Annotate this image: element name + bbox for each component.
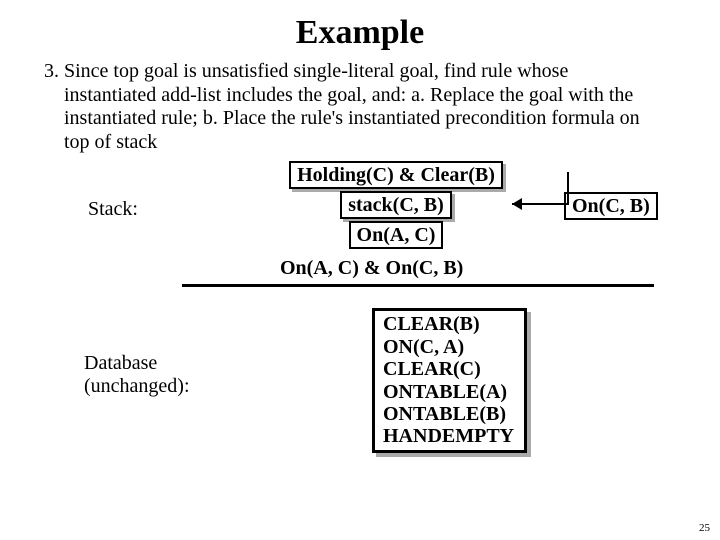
slide-title: Example	[44, 14, 676, 52]
db-line: CLEAR(B)	[383, 313, 514, 335]
db-line: ONTABLE(A)	[383, 381, 514, 403]
db-line: ON(C, A)	[383, 336, 514, 358]
stack-column: Holding(C) & Clear(B) stack(C, B) On(A, …	[280, 160, 512, 250]
db-line: ONTABLE(B)	[383, 403, 514, 425]
slide: Example 3. Since top goal is unsatisfied…	[0, 0, 720, 540]
database-section: Database(unchanged): CLEAR(B) ON(C, A) C…	[44, 304, 676, 474]
database-label: Database(unchanged):	[84, 352, 190, 398]
stack-label: Stack:	[88, 198, 138, 221]
stack-item-1: stack(C, B)	[340, 191, 452, 219]
stack-section: Stack: Holding(C) & Clear(B) stack(C, B)…	[44, 160, 676, 280]
stack-item-0: Holding(C) & Clear(B)	[289, 161, 503, 189]
db-line: HANDEMPTY	[383, 425, 514, 447]
db-line: CLEAR(C)	[383, 358, 514, 380]
database-box: CLEAR(B) ON(C, A) CLEAR(C) ONTABLE(A) ON…	[372, 308, 527, 452]
database-label-text: Database(unchanged):	[84, 352, 190, 397]
stack-base-divider	[182, 284, 654, 287]
step-description: 3. Since top goal is unsatisfied single-…	[44, 60, 654, 154]
page-number: 25	[699, 522, 710, 534]
goal-on-c-b: On(C, B)	[564, 192, 658, 220]
stack-conjunction: On(A, C) & On(C, B)	[280, 257, 463, 280]
stack-item-2: On(A, C)	[349, 221, 444, 249]
